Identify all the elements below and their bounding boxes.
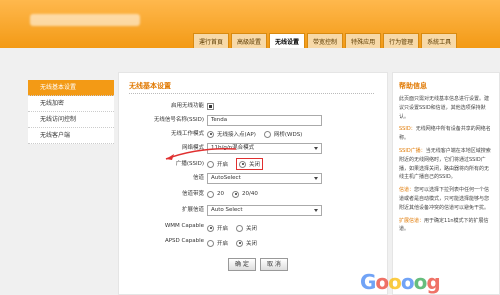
sidebar-item-access-control[interactable]: 无线访问控制 [28, 112, 114, 128]
sidebar-item-clients[interactable]: 无线客户端 [28, 128, 114, 144]
annotation-arrow-icon [165, 147, 237, 160]
help-paragraph: 此页面只需对无线基本信息进行设置。建议只设置SSID和信道，其他选项保持默认。 [399, 96, 490, 120]
nav-tab-advanced[interactable]: 高級設置 [231, 33, 268, 48]
help-paragraph-broadcast: SSID广播：当无线客户端在本地区域搜索附近的无线网络时，它们将通过SSID广播… [399, 147, 493, 182]
main-nav: 運行首頁 高級設置 无线设置 带宽控制 特殊应用 行为管理 系統工具 [193, 33, 459, 48]
ext-channel-value: Auto Select [211, 206, 243, 213]
nav-tab-home[interactable]: 運行首頁 [193, 33, 230, 48]
chevron-down-icon [314, 208, 318, 212]
brand-logo [30, 14, 140, 26]
ok-button[interactable]: 确 定 [228, 258, 256, 271]
wmm-off-label: 关闭 [246, 226, 258, 232]
mode-label: 无线工作模式 [170, 131, 204, 137]
apsd-label: APSD Capable [164, 238, 204, 244]
divider [129, 93, 374, 94]
enable-label: 启用无线功能 [170, 103, 204, 109]
apsd-on-label: 开启 [217, 241, 229, 247]
apsd-off-radio[interactable] [236, 239, 244, 247]
help-keyword: SSID广播： [399, 147, 426, 154]
nav-tab-behavior[interactable]: 行为管理 [383, 33, 420, 48]
wmm-on-radio[interactable] [207, 224, 214, 232]
help-paragraph-channel: 信道：您可以选择下拉列表中任何一个信道或者是自动模式，只可能选择能够与您附近其他… [399, 186, 493, 212]
row-apsd: APSD Capable 开启 关闭 [119, 236, 389, 250]
wmm-off-radio[interactable] [236, 224, 244, 232]
nav-tab-wireless[interactable]: 无线设置 [269, 33, 306, 48]
broadcast-off-label: 关闭 [249, 162, 261, 168]
broadcast-off-highlight: 关闭 [236, 158, 264, 170]
row-ssid: 无线信号名称(SSID) Tenda [119, 113, 389, 127]
enable-wireless-checkbox[interactable] [207, 102, 214, 110]
sidebar: 无线基本设置 无线加密 无线访问控制 无线客户端 [28, 80, 114, 144]
sidebar-item-basic[interactable]: 无线基本设置 [28, 80, 114, 96]
mode-ap-label: 无线接入点(AP) [217, 132, 256, 138]
bandwidth-20-label: 20 [217, 191, 224, 197]
help-paragraph-ssid: SSID：无线网络中所有设备共享的网络名称。 [399, 125, 493, 143]
bandwidth-20-radio[interactable] [207, 190, 214, 198]
baidu-watermark: Goooog [360, 270, 441, 294]
bandwidth-20-40-label: 20/40 [242, 191, 258, 197]
row-ext-channel: 扩展信道 Auto Select [119, 203, 389, 217]
help-keyword: 信道： [399, 187, 415, 194]
help-keyword: SSID： [399, 126, 416, 133]
nav-tab-system[interactable]: 系統工具 [421, 33, 458, 48]
section-title: 无线基本设置 [129, 82, 171, 90]
mode-wds-label: 网桥(WDS) [273, 132, 303, 138]
help-title: 帮助信息 [399, 82, 427, 90]
cancel-button[interactable]: 取 消 [260, 258, 288, 271]
row-mode: 无线工作模式 无线接入点(AP) 网桥(WDS) [119, 127, 389, 141]
row-enable: 启用无线功能 [119, 99, 389, 113]
bandwidth-label: 信道带宽 [181, 191, 204, 197]
ext-channel-label: 扩展信道 [181, 207, 204, 213]
chevron-down-icon [314, 146, 318, 150]
ssid-input[interactable]: Tenda [207, 114, 322, 126]
apsd-on-radio[interactable] [207, 239, 214, 247]
sidebar-item-encryption[interactable]: 无线加密 [28, 96, 114, 112]
wmm-label: WMM Capable [164, 223, 204, 229]
ext-channel-select[interactable]: Auto Select [207, 204, 322, 216]
channel-select[interactable]: AutoSelect [207, 172, 322, 184]
help-paragraph-ext: 扩展信道：用于确定11n模式下的扩展信道。 [399, 217, 493, 235]
broadcast-off-radio[interactable] [239, 160, 247, 168]
channel-label: 信道 [192, 175, 204, 181]
mode-wds-radio[interactable] [263, 130, 271, 138]
chevron-down-icon [314, 176, 318, 180]
row-wmm: WMM Capable 开启 关闭 [119, 221, 389, 235]
mode-ap-radio[interactable] [207, 130, 214, 138]
wmm-on-label: 开启 [217, 226, 229, 232]
row-bandwidth: 信道带宽 20 20/40 [119, 187, 389, 201]
nav-tab-bandwidth[interactable]: 带宽控制 [307, 33, 344, 48]
bandwidth-20-40-radio[interactable] [232, 190, 239, 198]
ssid-label: 无线信号名称(SSID) [153, 117, 204, 123]
nav-tab-special[interactable]: 特殊应用 [345, 33, 382, 48]
apsd-off-label: 关闭 [246, 241, 258, 247]
row-channel: 信道 AutoSelect [119, 171, 389, 185]
help-panel: 帮助信息 此页面只需对无线基本信息进行设置。建议只设置SSID和信道，其他选项保… [392, 72, 500, 295]
top-header: 運行首頁 高級設置 无线设置 带宽控制 特殊应用 行为管理 系統工具 [0, 0, 500, 48]
help-keyword: 扩展信道： [399, 217, 425, 224]
channel-value: AutoSelect [211, 174, 241, 181]
